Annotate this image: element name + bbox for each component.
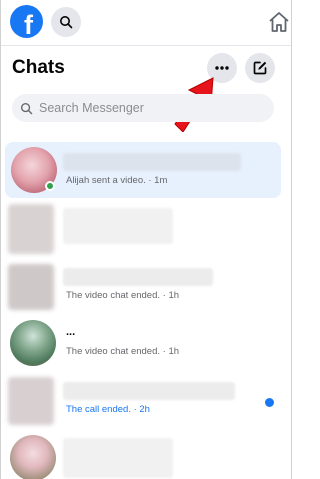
message-preview: The call ended. · 2h (66, 404, 150, 415)
search-icon (20, 102, 33, 114)
avatar (8, 204, 54, 254)
message-preview: The video chat ended. · 1h (66, 346, 180, 357)
search-button[interactable] (51, 7, 81, 37)
contact-name-redacted (63, 153, 241, 171)
facebook-logo[interactable]: f (10, 5, 43, 38)
contact-name-redacted (63, 268, 213, 286)
chat-list-item[interactable]: The call ended. · 2h (1, 375, 291, 431)
messenger-panel: f Chats Search Messenger Alijah sent a v… (0, 0, 292, 479)
search-icon (60, 16, 73, 29)
unread-indicator (265, 398, 274, 407)
search-field[interactable] (12, 94, 274, 122)
avatar (8, 264, 54, 310)
top-bar: f (1, 0, 291, 46)
chat-list-item[interactable] (1, 432, 291, 479)
contact-name-redacted (63, 208, 173, 244)
avatar (8, 377, 54, 425)
new-message-button[interactable] (245, 53, 275, 83)
compose-icon (253, 61, 267, 75)
contact-name: ... (66, 326, 76, 338)
chat-list-item[interactable]: ... The video chat ended. · 1h (1, 318, 291, 374)
chat-list-item[interactable]: Alijah sent a video. · 1m (5, 142, 281, 198)
contact-name-redacted (63, 438, 173, 478)
home-icon[interactable] (267, 10, 291, 34)
facebook-logo-letter: f (24, 10, 33, 38)
avatar (10, 435, 56, 479)
page-title: Chats (12, 57, 65, 78)
message-preview: The video chat ended. · 1h (66, 290, 180, 301)
chat-list-item[interactable] (1, 200, 291, 256)
search-input[interactable] (39, 101, 259, 115)
contact-name-redacted (63, 382, 235, 400)
chat-list-item[interactable]: The video chat ended. · 1h (1, 262, 291, 318)
online-status-dot (45, 181, 55, 191)
avatar (10, 320, 56, 366)
message-preview: Alijah sent a video. · 1m (66, 175, 168, 186)
